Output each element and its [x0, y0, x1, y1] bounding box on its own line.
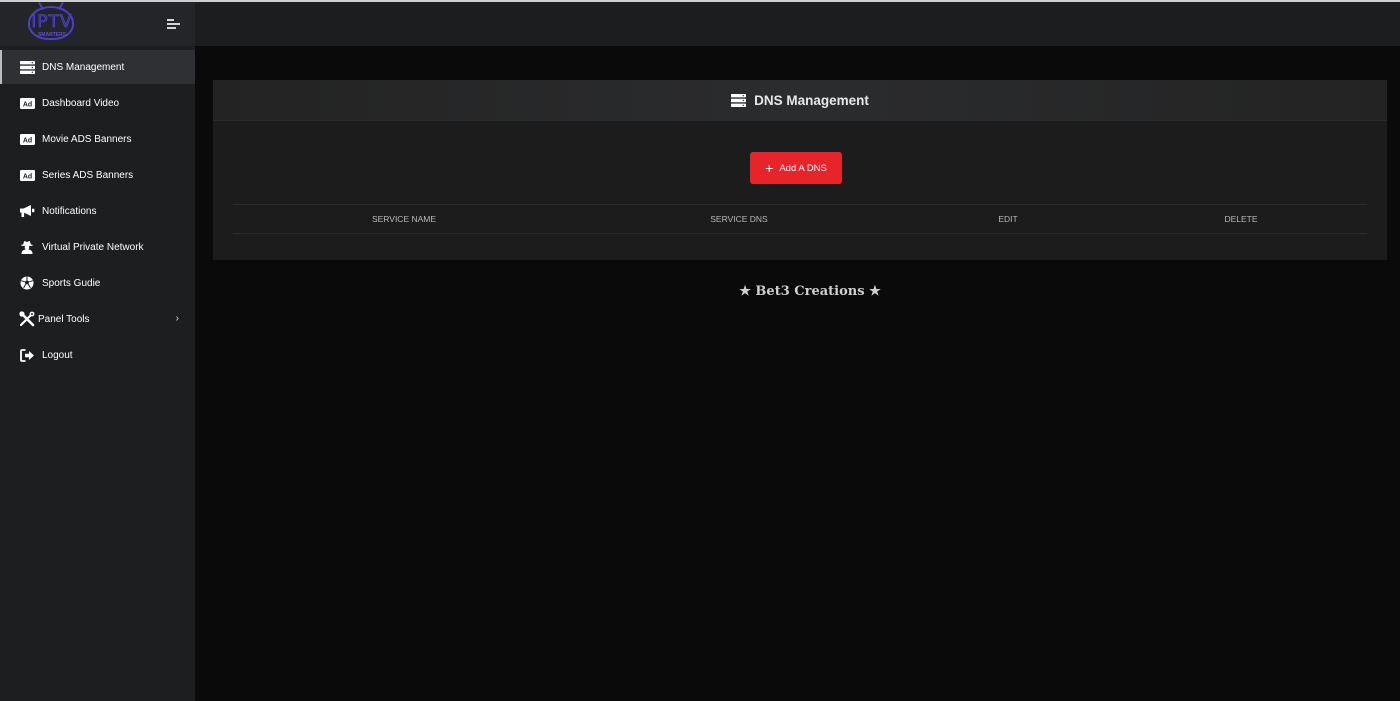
sidebar-brand: IPTV SMARTERS	[0, 2, 195, 46]
app: IPTV SMARTERS DNS Management Ad Dashboar…	[0, 0, 1400, 701]
chevron-right-icon: ›	[175, 313, 179, 324]
card-title: DNS Management	[754, 92, 869, 108]
tools-icon	[19, 311, 35, 327]
dns-table-header: SERVICE NAME SERVICE DNS EDIT DELETE	[233, 204, 1367, 234]
sidebar-item-dashboard-video[interactable]: Ad Dashboard Video	[0, 86, 195, 120]
sidebar-item-virtual-private-network[interactable]: Virtual Private Network	[0, 230, 195, 264]
sign-out-icon	[19, 348, 35, 362]
futbol-icon	[19, 276, 35, 290]
top-header	[195, 2, 1400, 46]
sidebar-item-label: Series ADS Banners	[42, 169, 134, 181]
sidebar: IPTV SMARTERS DNS Management Ad Dashboar…	[0, 2, 195, 701]
sidebar-item-label: Sports Gudie	[42, 277, 101, 289]
megaphone-icon	[19, 204, 35, 218]
sidebar-item-label: Logout	[42, 349, 73, 361]
add-dns-button-label: Add A DNS	[779, 162, 827, 174]
svg-text:Ad: Ad	[22, 101, 31, 108]
dns-management-card: DNS Management + Add A DNS SERVICE NAME …	[213, 80, 1387, 260]
sidebar-item-label: Panel Tools	[38, 313, 90, 325]
sidebar-item-label: DNS Management	[42, 61, 125, 73]
menu-toggle-icon[interactable]	[167, 19, 181, 29]
logo-subtext: SMARTERS	[37, 32, 67, 38]
server-icon	[731, 93, 747, 107]
sidebar-item-movie-ads-banners[interactable]: Ad Movie ADS Banners	[0, 122, 195, 156]
sidebar-item-label: Virtual Private Network	[42, 241, 144, 253]
iptv-logo[interactable]: IPTV SMARTERS	[26, 2, 78, 46]
column-header-service-dns[interactable]: SERVICE DNS	[710, 205, 767, 235]
sidebar-item-dns-management[interactable]: DNS Management	[0, 50, 195, 84]
add-dns-button[interactable]: + Add A DNS	[750, 152, 842, 184]
plus-icon: +	[765, 160, 774, 176]
card-header: DNS Management	[213, 80, 1387, 121]
server-icon	[19, 60, 35, 74]
ad-icon: Ad	[19, 168, 35, 182]
sidebar-item-series-ads-banners[interactable]: Ad Series ADS Banners	[0, 158, 195, 192]
svg-text:Ad: Ad	[22, 173, 31, 180]
sidebar-nav: DNS Management Ad Dashboard Video Ad Mov…	[0, 50, 195, 372]
ad-icon: Ad	[19, 132, 35, 146]
sidebar-item-sports-guide[interactable]: Sports Gudie	[0, 266, 195, 300]
sidebar-item-label: Dashboard Video	[42, 97, 120, 109]
sidebar-item-notifications[interactable]: Notifications	[0, 194, 195, 228]
column-header-delete[interactable]: DELETE	[1224, 205, 1257, 235]
logo-text: IPTV	[31, 12, 73, 33]
user-secret-icon	[19, 240, 35, 254]
column-header-service-name[interactable]: SERVICE NAME	[372, 205, 436, 235]
footer-credit: ★ Bet3 Creations ★	[739, 284, 881, 299]
sidebar-item-logout[interactable]: Logout	[0, 338, 195, 372]
column-header-edit[interactable]: EDIT	[998, 205, 1017, 235]
svg-text:Ad: Ad	[22, 137, 31, 144]
ad-icon: Ad	[19, 96, 35, 110]
sidebar-item-panel-tools[interactable]: Panel Tools ›	[0, 302, 195, 336]
sidebar-item-label: Movie ADS Banners	[42, 133, 132, 145]
sidebar-item-label: Notifications	[42, 205, 97, 217]
